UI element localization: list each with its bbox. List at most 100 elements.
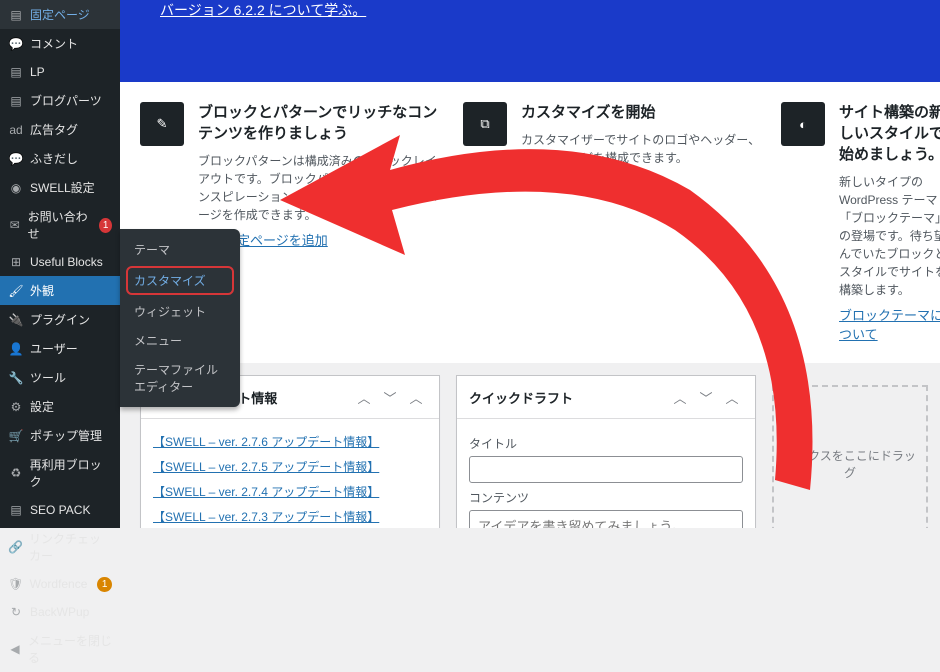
card-link[interactable]: カスタマイザーを開く: [521, 176, 651, 191]
draft-title-input[interactable]: [469, 456, 743, 483]
sidebar-item-settings[interactable]: ⚙ 設定: [0, 392, 120, 421]
sidebar-label: 再利用ブロック: [30, 456, 112, 490]
sidebar-label: お問い合わせ: [28, 208, 90, 242]
sidebar-item-comment[interactable]: 💬コメント: [0, 29, 120, 58]
sidebar-label: 固定ページ: [30, 6, 90, 23]
sidebar-item-page[interactable]: ▤ 固定ページ: [0, 0, 120, 29]
content-label: コンテンツ: [469, 489, 743, 506]
bubble-icon: 💬: [8, 151, 24, 167]
draft-content-input[interactable]: [469, 510, 743, 528]
dashboard: 📌アップデート情報 ︿ ﹀ ︿ 【SWELL – ver. 2.7.6 アップデ…: [120, 363, 940, 528]
sidebar-item-bubble[interactable]: 💬 ふきだし: [0, 144, 120, 173]
sidebar-label: ポチップ管理: [30, 427, 102, 444]
card-desc: カスタマイザーでサイトのロゴやヘッダー、メニューなどを構成できます。: [521, 131, 763, 167]
panel-up-icon[interactable]: ︿: [669, 386, 691, 408]
panel-title: クイックドラフト: [469, 388, 573, 407]
sidebar-item-reuse[interactable]: ♻ 再利用ブロック: [0, 450, 120, 496]
sidebar-label: プラグイン: [30, 311, 90, 328]
brush-icon: 🖌: [8, 283, 24, 299]
sidebar-label: 広告タグ: [30, 121, 78, 138]
submenu-item[interactable]: テーマ: [120, 235, 240, 264]
sidebar-item-swell[interactable]: ◉SWELL設定: [0, 173, 120, 202]
sidebar-label: Wordfence: [30, 577, 88, 591]
sidebar-item-brush[interactable]: 🖌 外観: [0, 276, 120, 305]
sidebar-item-collapse[interactable]: ◀ メニューを閉じる: [0, 626, 120, 672]
appearance-submenu: テーマカスタマイズウィジェットメニューテーマファイルエディター: [120, 229, 240, 407]
panel-toggle-icon[interactable]: ︿: [721, 386, 743, 408]
card-desc: ブロックパターンは構成済みのブロックレイアウトです。ブロックパターンを使用してイ…: [198, 152, 445, 224]
welcome-cards: ✎ ブロックとパターンでリッチなコンテンツを作りましょうブロックパターンは構成済み…: [120, 82, 940, 363]
sidebar-label: ふきだし: [30, 150, 78, 167]
page-icon: ▤: [8, 64, 24, 80]
card-desc: 新しいタイプの WordPress テーマ「ブロックテーマ」の登場です。待ち望ん…: [839, 173, 940, 299]
quickdraft-panel: クイックドラフト ︿ ﹀ ︿ タイトル コンテンツ 下書き保存: [456, 375, 756, 528]
ad-icon: ad: [8, 122, 24, 138]
sidebar-item-ad[interactable]: ad 広告タグ: [0, 115, 120, 144]
sidebar-label: メニューを閉じる: [28, 632, 112, 666]
tool-icon: 🔧: [8, 370, 24, 386]
page-icon: ▤: [8, 7, 24, 23]
blocks-icon: ⊞: [8, 254, 24, 270]
submenu-item[interactable]: テーマファイルエディター: [120, 355, 240, 401]
card-icon: ✎: [140, 102, 184, 146]
sidebar-label: ツール: [30, 369, 66, 386]
update-link[interactable]: 【SWELL – ver. 2.7.4 アップデート情報】: [153, 485, 379, 499]
update-item: 【SWELL – ver. 2.7.6 アップデート情報】: [153, 429, 427, 454]
version-banner: バージョン 6.2.2 について学ぶ。: [120, 0, 940, 82]
user-icon: 👤: [8, 341, 24, 357]
sidebar-label: リンクチェッカー: [29, 530, 112, 564]
update-item: 【SWELL – ver. 2.7.3 アップデート情報】: [153, 504, 427, 528]
sidebar-item-blocks[interactable]: ⊞Useful Blocks: [0, 248, 120, 276]
sidebar-label: 設定: [30, 398, 54, 415]
update-item: 【SWELL – ver. 2.7.5 アップデート情報】: [153, 454, 427, 479]
sidebar-item-page[interactable]: ▤ LP: [0, 58, 120, 86]
cart-icon: 🛒: [8, 428, 24, 444]
submenu-item[interactable]: メニュー: [120, 326, 240, 355]
sidebar-item-page[interactable]: ▤ブログパーツ: [0, 86, 120, 115]
submenu-item[interactable]: カスタマイズ: [126, 266, 234, 295]
reuse-icon: ♻: [8, 465, 24, 481]
card-icon: ⧉: [463, 102, 507, 146]
card-link[interactable]: ブロックテーマについて: [839, 308, 940, 342]
plugin-icon: 🔌: [8, 312, 24, 328]
welcome-card: ⧉カスタマイズを開始カスタマイザーでサイトのロゴやヘッダー、メニューなどを構成で…: [463, 102, 763, 343]
update-link[interactable]: 【SWELL – ver. 2.7.3 アップデート情報】: [153, 510, 379, 524]
admin-sidebar: ▤ 固定ページ 💬コメント ▤ LP ▤ブログパーツ ad 広告タグ 💬 ふきだし ◉SWELL設定…: [0, 0, 120, 528]
panel-up-icon[interactable]: ︿: [353, 386, 375, 408]
collapse-icon: ◀: [8, 641, 22, 657]
panel-down-icon[interactable]: ﹀: [379, 386, 401, 408]
update-item: 【SWELL – ver. 2.7.4 アップデート情報】: [153, 479, 427, 504]
sidebar-label: ブログパーツ: [30, 92, 102, 109]
sidebar-item-page[interactable]: ▤SEO PACK: [0, 496, 120, 524]
welcome-card: ◐サイト構築の新しいスタイルで始めましょう。新しいタイプの WordPress …: [781, 102, 940, 343]
dashboard-col-right: ボックスをここにドラッグ: [772, 375, 928, 528]
card-icon: ◐: [781, 102, 825, 146]
dropzone[interactable]: ボックスをここにドラッグ: [772, 385, 928, 528]
sidebar-item-shield[interactable]: 🛡Wordfence1: [0, 570, 120, 598]
sidebar-item-tool[interactable]: 🔧 ツール: [0, 363, 120, 392]
version-link[interactable]: バージョン 6.2.2 について学ぶ。: [160, 0, 366, 20]
sidebar-label: 外観: [30, 282, 54, 299]
dashboard-col-mid: クイックドラフト ︿ ﹀ ︿ タイトル コンテンツ 下書き保存: [456, 375, 756, 528]
sidebar-label: BackWPup: [30, 605, 89, 619]
sidebar-item-user[interactable]: 👤ユーザー: [0, 334, 120, 363]
sidebar-label: LP: [30, 65, 45, 79]
update-link[interactable]: 【SWELL – ver. 2.7.5 アップデート情報】: [153, 460, 379, 474]
settings-icon: ⚙: [8, 399, 24, 415]
panel-down-icon[interactable]: ﹀: [695, 386, 717, 408]
sidebar-label: SEO PACK: [30, 503, 90, 517]
notification-badge: 1: [99, 218, 112, 233]
sidebar-item-backup[interactable]: ↻BackWPup: [0, 598, 120, 626]
panel-toggle-icon[interactable]: ︿: [405, 386, 427, 408]
sidebar-item-mail[interactable]: ✉ お問い合わせ 1: [0, 202, 120, 248]
sidebar-item-cart[interactable]: 🛒 ポチップ管理: [0, 421, 120, 450]
card-title: ブロックとパターンでリッチなコンテンツを作りましょう: [198, 102, 445, 144]
update-link[interactable]: 【SWELL – ver. 2.7.6 アップデート情報】: [153, 435, 379, 449]
submenu-item[interactable]: ウィジェット: [120, 297, 240, 326]
main-content: バージョン 6.2.2 について学ぶ。 ✎ ブロックとパターンでリッチなコンテンツ…: [120, 0, 940, 528]
mail-icon: ✉: [8, 217, 22, 233]
sidebar-item-plugin[interactable]: 🔌 プラグイン: [0, 305, 120, 334]
sidebar-label: SWELL設定: [30, 179, 95, 196]
sidebar-item-link[interactable]: 🔗リンクチェッカー: [0, 524, 120, 570]
notification-badge: 1: [97, 577, 112, 592]
